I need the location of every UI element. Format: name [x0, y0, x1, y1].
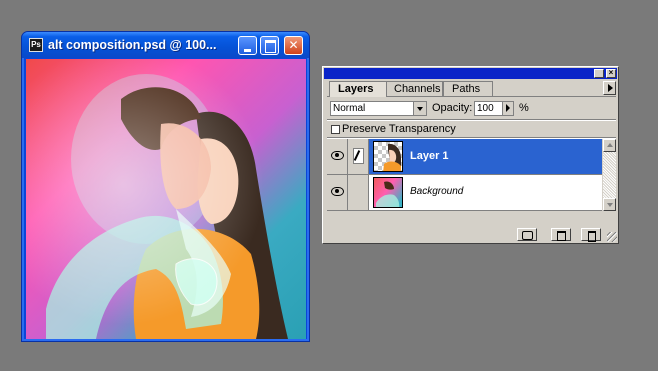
photoshop-document-icon[interactable]: Ps: [29, 38, 43, 52]
layer-thumbnail: [373, 141, 403, 172]
layer-list: Layer 1 Background: [327, 139, 602, 211]
layer-name[interactable]: Layer 1: [410, 150, 449, 162]
tab-paths[interactable]: Paths: [443, 81, 493, 97]
add-layer-mask-button[interactable]: [517, 228, 537, 241]
layers-palette[interactable]: × Layers Channels Paths Normal Opacity: …: [322, 66, 619, 244]
blend-mode-value: Normal: [333, 103, 366, 114]
chevron-down-icon[interactable]: [413, 102, 426, 115]
palette-titlebar[interactable]: ×: [324, 68, 617, 79]
minimize-button[interactable]: [238, 36, 257, 55]
palette-menu-arrow-icon[interactable]: [603, 81, 616, 95]
opacity-slider-arrow-icon[interactable]: [502, 102, 513, 115]
tab-channels[interactable]: Channels: [385, 81, 443, 97]
layer-edit-indicator[interactable]: [348, 139, 369, 174]
opacity-value: 100: [477, 103, 494, 114]
preserve-transparency-checkbox[interactable]: [331, 125, 340, 134]
resize-grip-icon[interactable]: [607, 232, 617, 242]
layer-thumbnail: [373, 177, 403, 208]
eye-icon: [331, 151, 344, 160]
document-window[interactable]: Ps alt composition.psd @ 100... ✕: [21, 31, 310, 342]
paintbrush-icon: [353, 148, 364, 164]
blend-mode-select[interactable]: Normal: [330, 101, 427, 116]
layer-row-body[interactable]: Layer 1: [369, 139, 602, 174]
maximize-button[interactable]: [260, 36, 279, 55]
layer-row-layer-1[interactable]: Layer 1: [327, 139, 602, 175]
scroll-down-arrow-icon[interactable]: [603, 198, 616, 211]
tab-layers[interactable]: Layers: [329, 81, 387, 97]
opacity-unit: %: [519, 102, 529, 114]
palette-bottom-toolbar: [327, 215, 616, 242]
divider: [327, 119, 616, 121]
scroll-up-arrow-icon[interactable]: [603, 139, 616, 152]
new-layer-button[interactable]: [551, 228, 571, 241]
artwork-illustration: [26, 59, 306, 339]
palette-close-button[interactable]: ×: [606, 69, 616, 78]
layer-visibility-toggle[interactable]: [327, 175, 348, 210]
layer-row-background[interactable]: Background: [327, 175, 602, 211]
palette-tabs: Layers Channels Paths: [327, 81, 616, 97]
document-titlebar[interactable]: Ps alt composition.psd @ 100... ✕: [22, 32, 309, 58]
preserve-transparency-label: Preserve Transparency: [342, 123, 456, 135]
eye-icon: [331, 187, 344, 196]
layer-name[interactable]: Background: [410, 186, 463, 197]
layer-row-body[interactable]: Background: [369, 175, 602, 210]
document-title: alt composition.psd @ 100...: [48, 38, 217, 52]
palette-minimize-button[interactable]: [594, 69, 604, 78]
layer-visibility-toggle[interactable]: [327, 139, 348, 174]
image-canvas[interactable]: [26, 59, 306, 339]
layer-list-scrollbar[interactable]: [603, 139, 616, 211]
layer-edit-indicator[interactable]: [348, 175, 369, 210]
opacity-input[interactable]: 100: [474, 101, 514, 116]
trash-icon[interactable]: [581, 228, 601, 242]
opacity-label: Opacity:: [432, 102, 473, 114]
close-button[interactable]: ✕: [284, 36, 303, 55]
